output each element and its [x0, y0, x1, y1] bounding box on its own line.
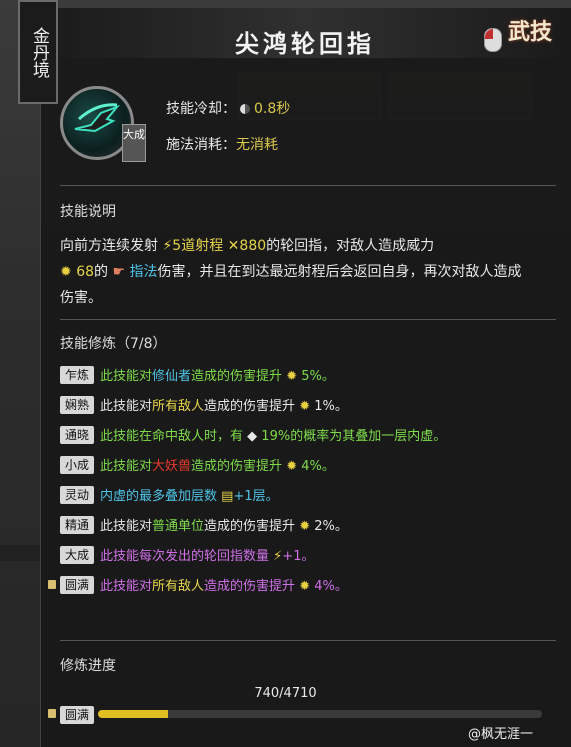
desc-range: 880: [239, 238, 267, 254]
progress-tag: 圆满: [60, 706, 94, 724]
mod-text: 此技能对: [100, 459, 153, 474]
mod-row: 灵动 内虚的最多叠加层数 ▤+1层。: [60, 486, 540, 507]
mod-text: 此技能每次发出的轮回指数量: [100, 549, 270, 564]
desc-count: 5道射程: [172, 238, 224, 254]
progress-bar: [98, 710, 542, 718]
cooldown-icon: [240, 104, 250, 114]
mod-value: 5%。: [301, 369, 335, 384]
mod-tag: 乍炼: [60, 366, 94, 384]
skill-type-label: 武技: [508, 19, 553, 45]
progress-fill: [98, 710, 168, 718]
divider: [60, 319, 556, 320]
desc-text: 的: [94, 264, 109, 280]
mod-target: 大妖兽: [152, 459, 192, 474]
mod-text: 此技能对: [100, 519, 153, 534]
desc-damage-type: 指法: [129, 264, 158, 280]
mod-tag: 小成: [60, 456, 94, 474]
mod-text: 此技能在命中敌人时，有: [100, 429, 244, 444]
mod-value: 4%。: [301, 459, 335, 474]
mod-value: 2%。: [314, 519, 348, 534]
cost-label: 施法消耗：: [166, 137, 236, 153]
mod-text: 造成的伤害提升: [191, 369, 283, 384]
power-icon: ✹: [299, 399, 311, 414]
mod-row: 娴熟 此技能对所有敌人造成的伤害提升 ✹ 1%。: [60, 396, 540, 417]
lock-icon: [48, 709, 56, 718]
mod-row: 精通 此技能对普通单位造成的伤害提升 ✹ 2%。: [60, 516, 540, 537]
mod-target: 修仙者: [152, 369, 192, 384]
power-icon: ✹: [299, 579, 311, 594]
progress-value: 740/4710: [254, 686, 317, 701]
finger-icon: ☛: [112, 264, 126, 280]
description-heading: 技能说明: [60, 204, 116, 220]
mod-tag: 通晓: [60, 426, 94, 444]
mod-text: 造成的伤害提升: [204, 399, 296, 414]
mod-tag: 精通: [60, 516, 94, 534]
hand-strike-icon: [74, 103, 121, 133]
cost-row: 施法消耗：无消耗: [166, 134, 278, 154]
mod-tag: 灵动: [60, 486, 94, 504]
stone-icon: ◆: [247, 429, 258, 444]
mod-text: 此技能对: [100, 399, 153, 414]
mod-tag: 娴熟: [60, 396, 94, 414]
desc-text: 向前方连续发射: [60, 238, 158, 254]
cost-value: 无消耗: [236, 137, 278, 153]
progress-heading: 修炼进度: [60, 658, 116, 674]
power-icon: ✹: [286, 369, 298, 384]
mod-row: 乍炼 此技能对修仙者造成的伤害提升 ✹ 5%。: [60, 366, 540, 387]
range-icon: ✕: [227, 238, 240, 254]
cooldown-label: 技能冷却：: [166, 101, 236, 117]
mod-text: 19%的概率为其叠加一层内虚。: [261, 429, 447, 444]
mod-value: +1。: [282, 549, 315, 564]
mod-value: 4%。: [314, 579, 348, 594]
power-icon: ✹: [286, 459, 298, 474]
range-icon: ⚡: [273, 549, 283, 564]
range-icon: ⚡: [162, 238, 173, 254]
mod-target: 普通单位: [152, 519, 205, 534]
watermark: @枫无涯一: [468, 727, 534, 742]
realm-badge: 金丹境: [18, 0, 58, 104]
cooldown-row: 技能冷却： 0.8秒: [166, 98, 290, 118]
mods-heading: 技能修炼（7/8）: [60, 336, 167, 352]
divider: [60, 185, 556, 186]
mod-row: 通晓 此技能在命中敌人时，有 ◆ 19%的概率为其叠加一层内虚。: [60, 426, 540, 447]
power-icon: ✹: [60, 264, 72, 280]
power-icon: ✹: [299, 519, 311, 534]
mod-row: 圆满 此技能对所有敌人造成的伤害提升 ✹ 4%。: [48, 576, 540, 597]
mod-text: 内虚的最多叠加层数: [100, 489, 218, 504]
mod-text: 造成的伤害提升: [204, 579, 296, 594]
mod-value: 1%。: [314, 399, 348, 414]
scroll-icon: ▤: [221, 489, 234, 504]
desc-power: 68: [76, 264, 95, 280]
mod-row: 小成 此技能对大妖兽造成的伤害提升 ✹ 4%。: [60, 456, 540, 477]
mod-tag: 大成: [60, 546, 94, 564]
mod-text: 此技能对: [100, 579, 153, 594]
lock-icon: [48, 580, 56, 589]
skill-description: 向前方连续发射 ⚡5道射程 ✕880的轮回指，对敌人造成威力 ✹ 68的 ☛ 指…: [60, 233, 530, 311]
divider: [60, 640, 556, 641]
mod-text: 此技能对: [100, 369, 153, 384]
desc-text: 的轮回指，对敌人造成威力: [266, 238, 435, 254]
mod-text: 造成的伤害提升: [191, 459, 283, 474]
skill-grade-badge: 大成: [122, 124, 146, 162]
mod-target: 所有敌人: [152, 579, 205, 594]
cooldown-value: 0.8秒: [254, 101, 291, 117]
mod-target: 所有敌人: [152, 399, 205, 414]
mod-list: 乍炼 此技能对修仙者造成的伤害提升 ✹ 5%。 娴熟 此技能对所有敌人造成的伤害提升…: [48, 366, 540, 606]
mod-row: 大成 此技能每次发出的轮回指数量 ⚡+1。: [60, 546, 540, 567]
bg-row: [0, 545, 40, 561]
mod-tag: 圆满: [60, 576, 94, 594]
mod-text: 造成的伤害提升: [204, 519, 296, 534]
mouse-icon: [484, 28, 502, 52]
mod-value: +1层。: [233, 489, 279, 504]
progress-tag-wrap: 圆满: [48, 705, 100, 724]
